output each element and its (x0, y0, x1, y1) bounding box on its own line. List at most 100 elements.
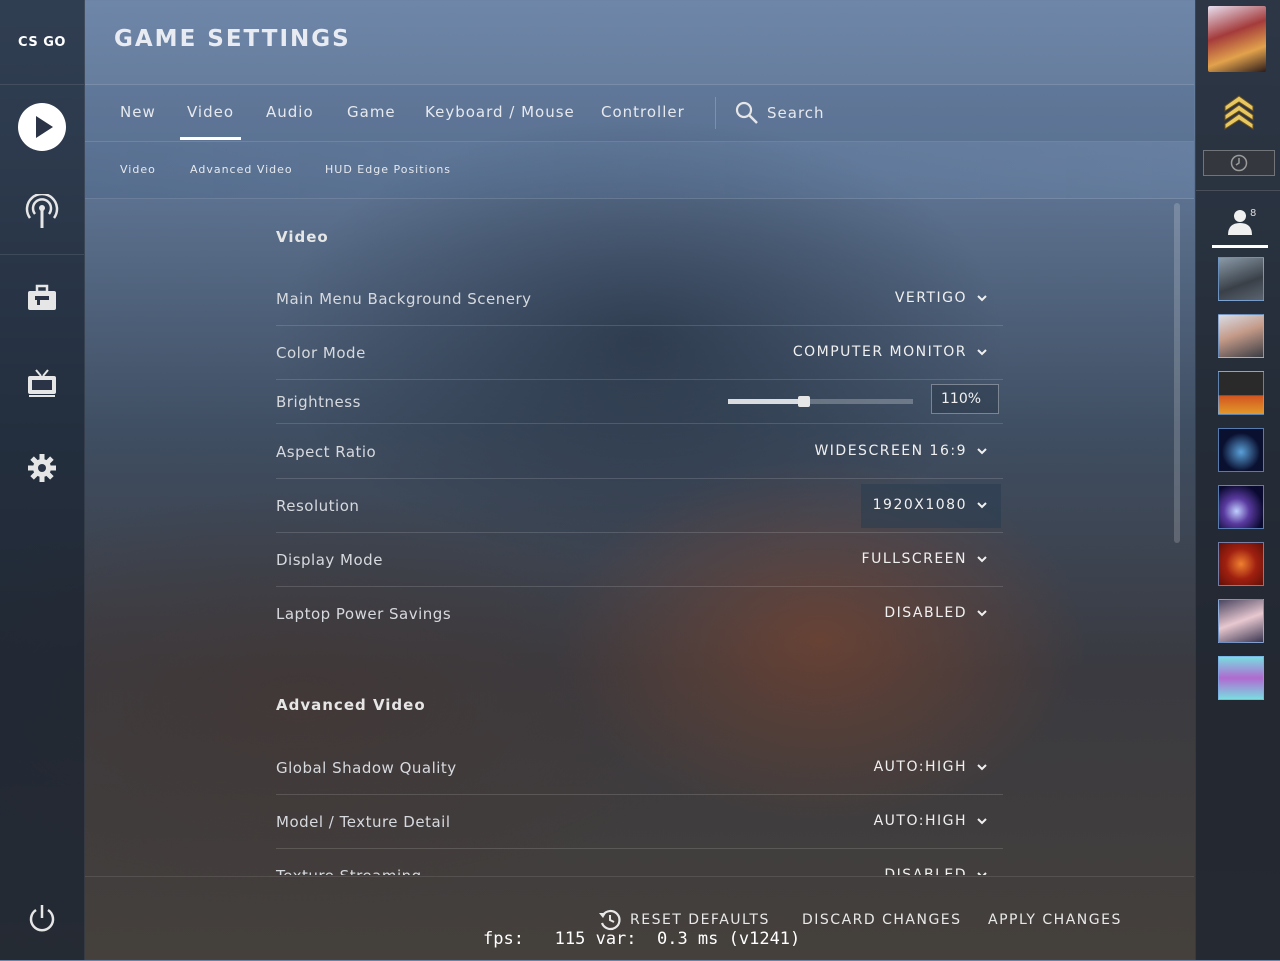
setting-label: Model / Texture Detail (276, 813, 451, 831)
setting-row-laptop-power-savings: Laptop Power Savings DISABLED (276, 586, 1003, 640)
player-avatar[interactable] (1208, 6, 1266, 72)
friend-avatar[interactable] (1218, 542, 1264, 586)
setting-label: Display Mode (276, 551, 383, 569)
settings-header: GAME SETTINGS (85, 0, 1194, 85)
chevron-down-icon (977, 502, 987, 509)
dropdown-value: WIDESCREEN 16:9 (814, 443, 967, 459)
power-icon (29, 905, 55, 932)
dropdown-value: COMPUTER MONITOR (792, 344, 967, 360)
tab-divider (715, 97, 716, 129)
tab-game[interactable]: Game (347, 103, 396, 121)
global-shadow-quality-dropdown[interactable]: AUTO:HIGH (874, 759, 987, 775)
setting-label: Brightness (276, 393, 361, 411)
color-mode-dropdown[interactable]: COMPUTER MONITOR (793, 344, 987, 360)
search-label: Search (767, 104, 825, 122)
brightness-slider-fill (728, 399, 804, 404)
friend-count: 8 (1250, 208, 1257, 219)
setting-label: Color Mode (276, 344, 366, 362)
tab-new[interactable]: New (120, 103, 156, 121)
friend-avatar[interactable] (1218, 599, 1264, 643)
display-mode-dropdown[interactable]: FULLSCREEN (862, 551, 987, 567)
setting-label: Global Shadow Quality (276, 759, 457, 777)
tv-icon (28, 369, 56, 397)
setting-label: Aspect Ratio (276, 443, 377, 461)
setting-row-global-shadow-quality: Global Shadow Quality AUTO:HIGH (276, 740, 1003, 795)
page-title: GAME SETTINGS (114, 26, 351, 52)
brightness-slider-thumb[interactable] (797, 396, 810, 407)
setting-label: Laptop Power Savings (276, 605, 452, 623)
search-button[interactable]: Search (735, 101, 825, 125)
chevron-down-icon (977, 818, 987, 825)
resolution-dropdown[interactable]: 1920X1080 (873, 497, 987, 513)
friend-avatar[interactable] (1218, 656, 1264, 700)
friend-avatar[interactable] (1218, 257, 1264, 301)
settings-content: Video Main Menu Background Scenery VERTI… (85, 199, 1194, 875)
chevron-down-icon (977, 448, 987, 455)
settings-scrollbar[interactable] (1174, 203, 1180, 543)
play-icon (18, 103, 66, 151)
gear-icon (28, 454, 56, 482)
subtab-video[interactable]: Video (120, 163, 156, 176)
dropdown-value: DISABLED (884, 867, 967, 875)
dropdown-value: VERTIGO (894, 290, 967, 306)
brightness-slider[interactable] (728, 396, 913, 407)
setting-row-model-texture-detail: Model / Texture Detail AUTO:HIGH (276, 794, 1003, 849)
setting-row-color-mode: Color Mode COMPUTER MONITOR (276, 325, 1003, 380)
csgo-logo: CS GO (0, 0, 84, 85)
dropdown-value: AUTO:HIGH (873, 813, 967, 829)
chevron-down-icon (977, 349, 987, 356)
aspect-ratio-dropdown[interactable]: WIDESCREEN 16:9 (814, 443, 987, 459)
chevron-down-icon (977, 610, 987, 617)
friend-avatar[interactable] (1218, 314, 1264, 358)
play-button[interactable] (0, 85, 84, 169)
tab-video[interactable]: Video (179, 103, 242, 140)
tab-controller[interactable]: Controller (601, 103, 685, 121)
dropdown-value: DISABLED (884, 605, 967, 621)
model-texture-detail-dropdown[interactable]: AUTO:HIGH (874, 813, 987, 829)
briefcase-icon (28, 284, 56, 310)
settings-button[interactable] (0, 426, 84, 510)
apply-changes-button[interactable]: APPLY CHANGES (988, 912, 1122, 928)
setting-row-aspect-ratio: Aspect Ratio WIDESCREEN 16:9 (276, 424, 1003, 479)
texture-streaming-dropdown[interactable]: DISABLED (884, 867, 987, 875)
subtab-hud-edge-positions[interactable]: HUD Edge Positions (325, 163, 451, 176)
section-title-video: Video (276, 228, 329, 246)
dropdown-value: FULLSCREEN (861, 551, 967, 567)
search-icon (735, 101, 758, 124)
setting-row-brightness: Brightness 110% (276, 379, 1003, 424)
fps-overlay: fps: 115 var: 0.3 ms (v1241) (483, 929, 801, 949)
section-title-advanced-video: Advanced Video (276, 696, 426, 714)
status-indicator[interactable] (1203, 150, 1275, 176)
setting-row-resolution: Resolution 1920X1080 (276, 478, 1003, 533)
main-nav: CS GO (0, 0, 85, 960)
settings-subtabs: Video Advanced Video HUD Edge Positions (85, 142, 1194, 199)
chevron-down-icon (977, 295, 987, 302)
tab-keyboard-mouse[interactable]: Keyboard / Mouse (425, 103, 575, 121)
setting-row-texture-streaming: Texture Streaming DISABLED (276, 848, 1003, 875)
broadcast-icon (25, 194, 59, 228)
watch-broadcast-button[interactable] (0, 170, 84, 254)
subtab-advanced-video[interactable]: Advanced Video (190, 163, 293, 176)
discard-changes-button[interactable]: DISCARD CHANGES (802, 912, 962, 928)
quit-button[interactable] (0, 876, 84, 960)
friend-avatar[interactable] (1218, 428, 1264, 472)
chevron-down-icon (977, 764, 987, 771)
dropdown-value: 1920X1080 (872, 497, 967, 513)
friend-avatar[interactable] (1218, 485, 1264, 529)
friends-tab[interactable]: 8 (1212, 200, 1268, 248)
clock-icon (1230, 154, 1248, 172)
chevron-down-icon (977, 872, 987, 875)
background-scenery-dropdown[interactable]: VERTIGO (895, 290, 987, 306)
setting-row-background-scenery: Main Menu Background Scenery VERTIGO (276, 271, 1003, 326)
setting-row-display-mode: Display Mode FULLSCREEN (276, 532, 1003, 587)
watch-button[interactable] (0, 341, 84, 425)
inventory-button[interactable] (0, 256, 84, 340)
reset-defaults-label: RESET DEFAULTS (630, 912, 770, 928)
laptop-power-savings-dropdown[interactable]: DISABLED (884, 605, 987, 621)
tab-audio[interactable]: Audio (266, 103, 314, 121)
dropdown-value: AUTO:HIGH (873, 759, 967, 775)
setting-label: Main Menu Background Scenery (276, 290, 532, 308)
setting-label: Texture Streaming (276, 867, 422, 875)
friend-avatar[interactable] (1218, 371, 1264, 415)
brightness-value-field[interactable]: 110% (931, 384, 999, 414)
